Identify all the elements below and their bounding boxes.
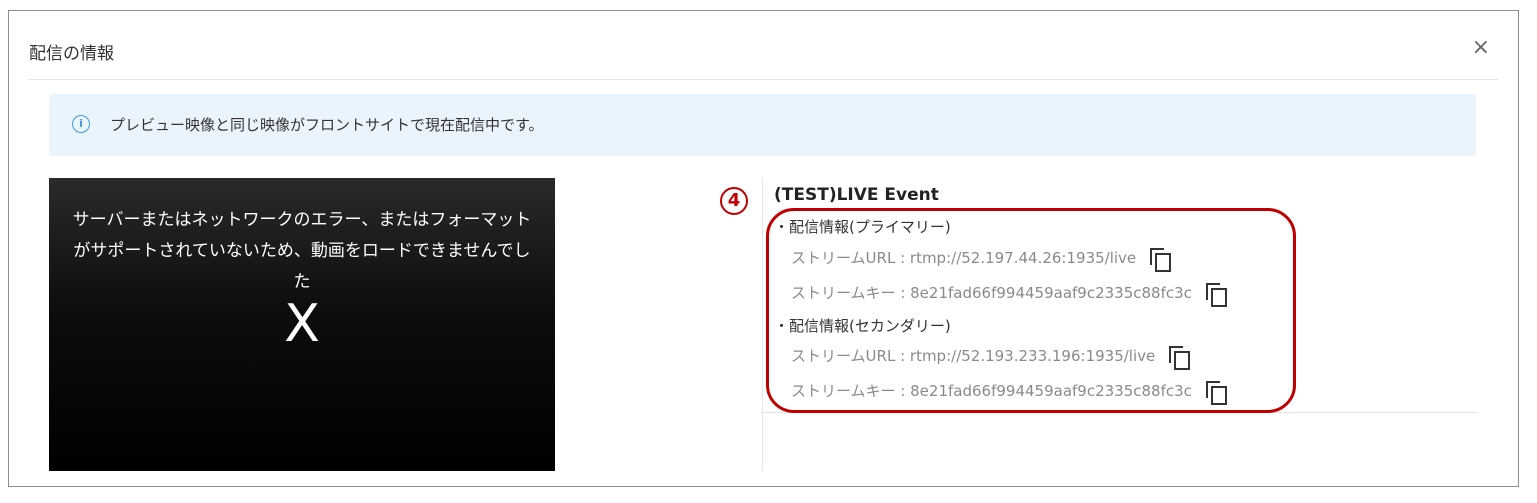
secondary-section-label: ・配信情報(セカンダリー) bbox=[774, 317, 951, 335]
primary-key-text: ストリームキー : 8e21fad66f994459aaf9c2335c88fc… bbox=[791, 284, 1192, 302]
copy-icon[interactable] bbox=[1150, 247, 1172, 272]
video-player[interactable]: サーバーまたはネットワークのエラー、またはフォーマットがサポートされていないため… bbox=[49, 178, 555, 471]
error-x-icon: X bbox=[284, 294, 320, 354]
info-alert: i プレビュー映像と同じ映像がフロントサイトで現在配信中です。 bbox=[49, 94, 1476, 156]
secondary-stream-key: ストリームキー : 8e21fad66f994459aaf9c2335c88fc… bbox=[791, 380, 1227, 405]
alert-text: プレビュー映像と同じ映像がフロントサイトで現在配信中です。 bbox=[110, 116, 544, 134]
secondary-url-text: ストリームURL : rtmp://52.193.233.196:1935/li… bbox=[791, 347, 1156, 365]
player-error-message: サーバーまたはネットワークのエラー、またはフォーマットがサポートされていないため… bbox=[72, 210, 532, 292]
column-divider bbox=[762, 178, 763, 471]
secondary-stream-url: ストリームURL : rtmp://52.193.233.196:1935/li… bbox=[791, 345, 1191, 370]
primary-url-text: ストリームURL : rtmp://52.197.44.26:1935/live bbox=[791, 249, 1137, 267]
dialog-header: 配信の情報 × bbox=[29, 11, 1498, 80]
annotation-marker: 4 bbox=[720, 187, 748, 215]
event-title: (TEST)LIVE Event bbox=[774, 185, 939, 205]
copy-icon[interactable] bbox=[1169, 345, 1191, 370]
secondary-key-text: ストリームキー : 8e21fad66f994459aaf9c2335c88fc… bbox=[791, 382, 1192, 400]
copy-icon[interactable] bbox=[1205, 380, 1227, 405]
close-icon[interactable]: × bbox=[1472, 37, 1490, 59]
primary-stream-url: ストリームURL : rtmp://52.197.44.26:1935/live bbox=[791, 247, 1172, 272]
primary-section-label: ・配信情報(プライマリー) bbox=[774, 218, 951, 236]
copy-icon[interactable] bbox=[1205, 282, 1227, 307]
info-icon: i bbox=[72, 115, 90, 133]
primary-stream-key: ストリームキー : 8e21fad66f994459aaf9c2335c88fc… bbox=[791, 282, 1227, 307]
dialog-title: 配信の情報 bbox=[29, 44, 114, 64]
